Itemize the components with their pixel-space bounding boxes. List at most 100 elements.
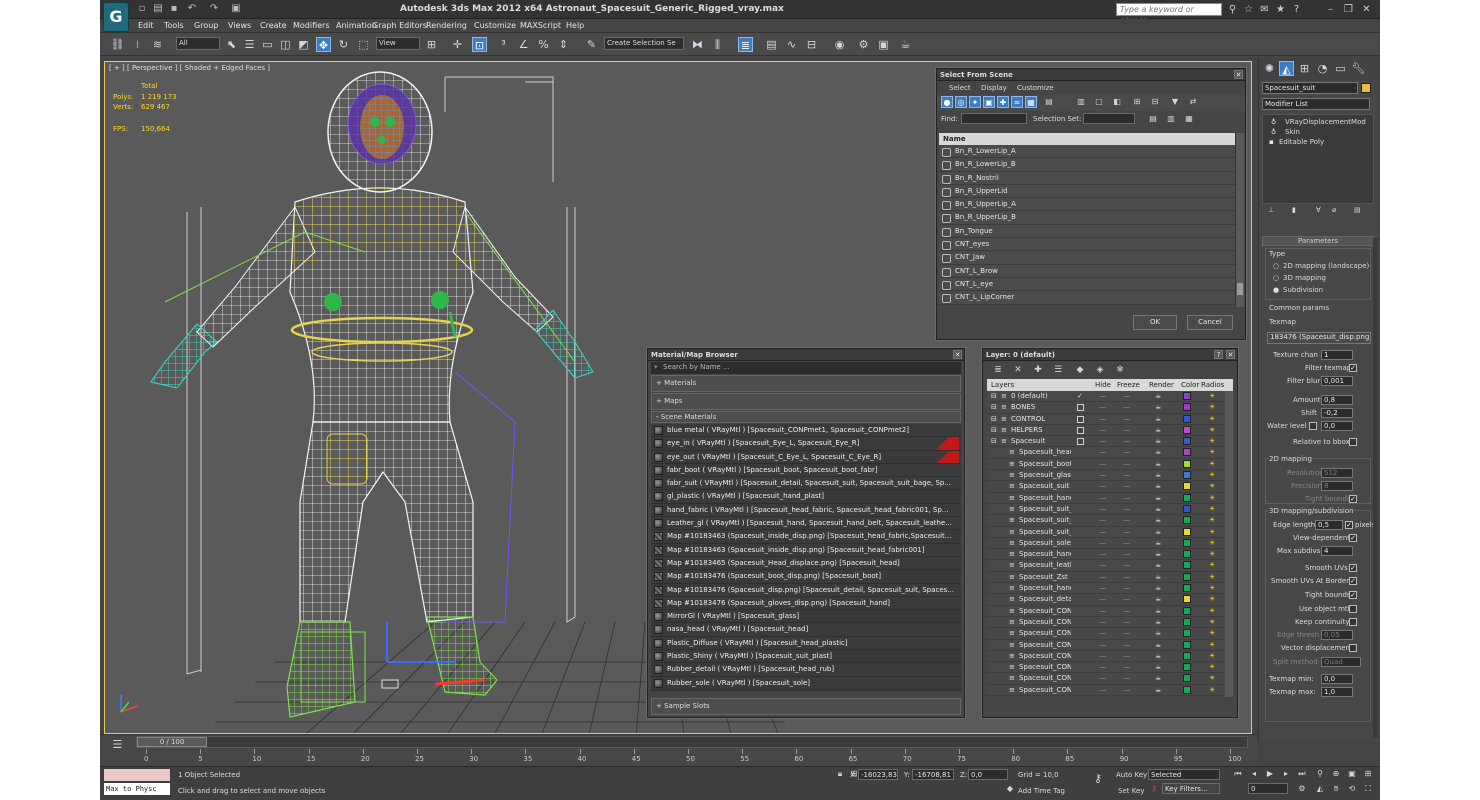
show-end-result-icon[interactable]: ▮ <box>1292 206 1296 214</box>
list-item[interactable]: Bn_R_UpperLip_A <box>939 198 1235 212</box>
list-item[interactable]: eye_out ( VRayMtl ) [Spacesuit_C_Eye_L, … <box>651 450 961 464</box>
percent-snap-icon[interactable]: % <box>536 37 551 52</box>
layer-name[interactable]: Spacesuit_boot <box>1019 459 1071 470</box>
render-teapot-icon[interactable]: ☕ <box>1155 662 1161 673</box>
radiosity-icon[interactable]: ☀ <box>1209 470 1215 481</box>
sample-slots-rollout[interactable]: + Sample Slots <box>651 698 961 715</box>
water-level-checkbox[interactable] <box>1309 422 1317 430</box>
named-selection-dropdown[interactable]: Create Selection Se <box>604 37 684 50</box>
freeze-toggle[interactable]: — <box>1123 560 1130 571</box>
freeze-toggle[interactable]: — <box>1123 549 1130 560</box>
layer-color-swatch[interactable] <box>1183 459 1191 468</box>
lightbulb-icon[interactable]: ♁ <box>1271 128 1276 136</box>
layer-name[interactable]: Spacesuit_CONs <box>1019 617 1071 628</box>
close-icon[interactable]: ✕ <box>953 350 962 359</box>
render-teapot-icon[interactable]: ☕ <box>1155 640 1161 651</box>
active-layer-checkbox[interactable] <box>1077 404 1084 412</box>
unlink-icon[interactable]: ⧘ <box>130 37 145 52</box>
radiosity-icon[interactable]: ☀ <box>1209 640 1215 651</box>
radiosity-icon[interactable]: ☀ <box>1209 560 1215 571</box>
radiosity-icon[interactable]: ☀ <box>1209 447 1215 458</box>
list-item[interactable]: CNT_L_eye <box>939 277 1235 292</box>
current-frame-field[interactable]: 0 <box>1248 783 1288 794</box>
hide-toggle[interactable]: — <box>1099 685 1106 696</box>
render-teapot-icon[interactable]: ☕ <box>1155 436 1161 447</box>
display-shapes-icon[interactable]: ◎ <box>955 96 967 108</box>
filter-funnel-icon[interactable]: ▼ <box>1169 96 1181 108</box>
radiosity-icon[interactable]: ☀ <box>1209 527 1215 538</box>
water-level-spinner[interactable]: 0,0 <box>1321 421 1353 431</box>
maximize-viewport-icon[interactable]: ⛶ <box>1362 783 1374 795</box>
edge-thresh-spinner[interactable]: 0,05 <box>1321 630 1353 640</box>
freeze-toggle[interactable]: — <box>1123 640 1130 651</box>
radiosity-icon[interactable]: ☀ <box>1209 651 1215 662</box>
freeze-toggle[interactable]: — <box>1123 651 1130 662</box>
list-item[interactable]: CNT_Jaw <box>939 251 1235 265</box>
layer-row[interactable]: ≡ Spacesuit_head_ — — ☕ ☀ <box>987 447 1233 459</box>
layer-row[interactable]: ≡ Spacesuit_hand_ — — ☕ ☀ <box>987 583 1233 595</box>
key-mode-dropdown[interactable]: Selected <box>1148 769 1220 780</box>
radio-subdivision-icon[interactable]: ● <box>1273 286 1279 294</box>
render-teapot-icon[interactable]: ☕ <box>1155 515 1161 526</box>
parameters-rollout[interactable]: Parameters <box>1262 236 1374 246</box>
layer-color-swatch[interactable] <box>1183 584 1191 593</box>
link-icon[interactable]: ⛓ <box>110 37 125 52</box>
hide-toggle[interactable]: — <box>1099 538 1106 549</box>
keyboard-shortcut-override-icon[interactable]: ⊡ <box>472 37 487 52</box>
layer-row[interactable]: ≡ Spacesuit_CONs — — ☕ ☀ <box>987 673 1233 685</box>
render-production-icon[interactable]: ☕ <box>898 37 913 52</box>
layer-name[interactable]: Spacesuit_CONs <box>1019 673 1071 684</box>
layer-row[interactable]: ≡ Spacesuit_suit_z — — ☕ ☀ <box>987 515 1233 527</box>
communication-icon[interactable]: ✉ <box>1258 3 1271 16</box>
auto-key-button[interactable]: Auto Key <box>1116 771 1147 779</box>
time-tag-icon[interactable]: ◆ <box>1004 783 1016 795</box>
curve-editor-icon[interactable]: ∿ <box>784 37 799 52</box>
remove-modifier-icon[interactable]: ⌀ <box>1332 206 1336 214</box>
snaps-toggle-icon[interactable]: ³ <box>496 37 511 52</box>
layer-row[interactable]: ≡ Spacesuit_suit — — ☕ ☀ <box>987 481 1233 493</box>
layer-color-swatch[interactable] <box>1183 493 1191 502</box>
freeze-toggle[interactable]: — <box>1123 515 1130 526</box>
save-icon[interactable]: ▪ <box>168 3 180 15</box>
render-teapot-icon[interactable]: ☕ <box>1155 651 1161 662</box>
freeze-toggle[interactable]: — <box>1123 436 1130 447</box>
layer-color-swatch[interactable] <box>1183 403 1191 412</box>
render-teapot-icon[interactable]: ☕ <box>1155 549 1161 560</box>
render-teapot-icon[interactable]: ☕ <box>1155 493 1161 504</box>
layer-color-swatch[interactable] <box>1183 685 1191 694</box>
close-icon[interactable]: ✕ <box>1226 350 1235 359</box>
render-teapot-icon[interactable]: ☕ <box>1155 560 1161 571</box>
layer-row[interactable]: ≡ Spacesuit_CONs — — ☕ ☀ <box>987 617 1233 629</box>
menu-customize[interactable]: Customize <box>1017 84 1054 92</box>
relative-bbox-checkbox[interactable] <box>1349 438 1357 446</box>
list-item[interactable]: Bn_R_LowerLip_B <box>939 158 1235 172</box>
layer-color-swatch[interactable] <box>1183 482 1191 491</box>
layer-name[interactable]: Spacesuit_detail <box>1019 594 1071 605</box>
list-item[interactable]: MirrorGl ( VRayMtl ) [Spacesuit_glass] <box>651 610 961 624</box>
list-item[interactable]: Map #10183476 (Spacesuit_disp.png) [Spac… <box>651 583 961 597</box>
rectangular-region-icon[interactable]: ▭ <box>260 37 275 52</box>
layer-color-swatch[interactable] <box>1183 425 1191 434</box>
radiosity-icon[interactable]: ☀ <box>1209 391 1215 402</box>
layer-color-swatch[interactable] <box>1183 392 1191 400</box>
layer-color-swatch[interactable] <box>1183 538 1191 547</box>
layer-row[interactable]: ⊟ ≡ Spacesuit — — ☕ ☀ <box>987 436 1233 448</box>
menu-create[interactable]: Create <box>260 21 287 30</box>
display-spacewarps-icon[interactable]: ≈ <box>1011 96 1023 108</box>
list-item[interactable]: Map #10183465 (Spacesuit_Head_displace.p… <box>651 556 961 571</box>
hide-toggle[interactable]: — <box>1099 515 1106 526</box>
layer-color-swatch[interactable] <box>1183 674 1191 683</box>
freeze-toggle[interactable]: — <box>1123 617 1130 628</box>
hide-toggle[interactable]: — <box>1099 549 1106 560</box>
select-object-icon[interactable]: ⬉ <box>224 37 239 52</box>
next-frame-icon[interactable]: ▸ <box>1280 768 1292 780</box>
bind-space-warp-icon[interactable]: ≋ <box>150 37 165 52</box>
layer-color-swatch[interactable] <box>1183 527 1191 536</box>
reference-coordinate-dropdown[interactable]: View <box>376 37 420 50</box>
layer-row[interactable]: ⊟ ≡ CONTROL — — ☕ ☀ <box>987 414 1233 425</box>
keep-continuity-checkbox[interactable] <box>1349 618 1357 626</box>
freeze-all-layers-icon[interactable]: ❄ <box>1113 363 1127 377</box>
layer-name[interactable]: CONTROL <box>1011 414 1071 425</box>
freeze-toggle[interactable]: — <box>1123 628 1130 639</box>
active-layer-checkbox[interactable] <box>1077 438 1084 446</box>
